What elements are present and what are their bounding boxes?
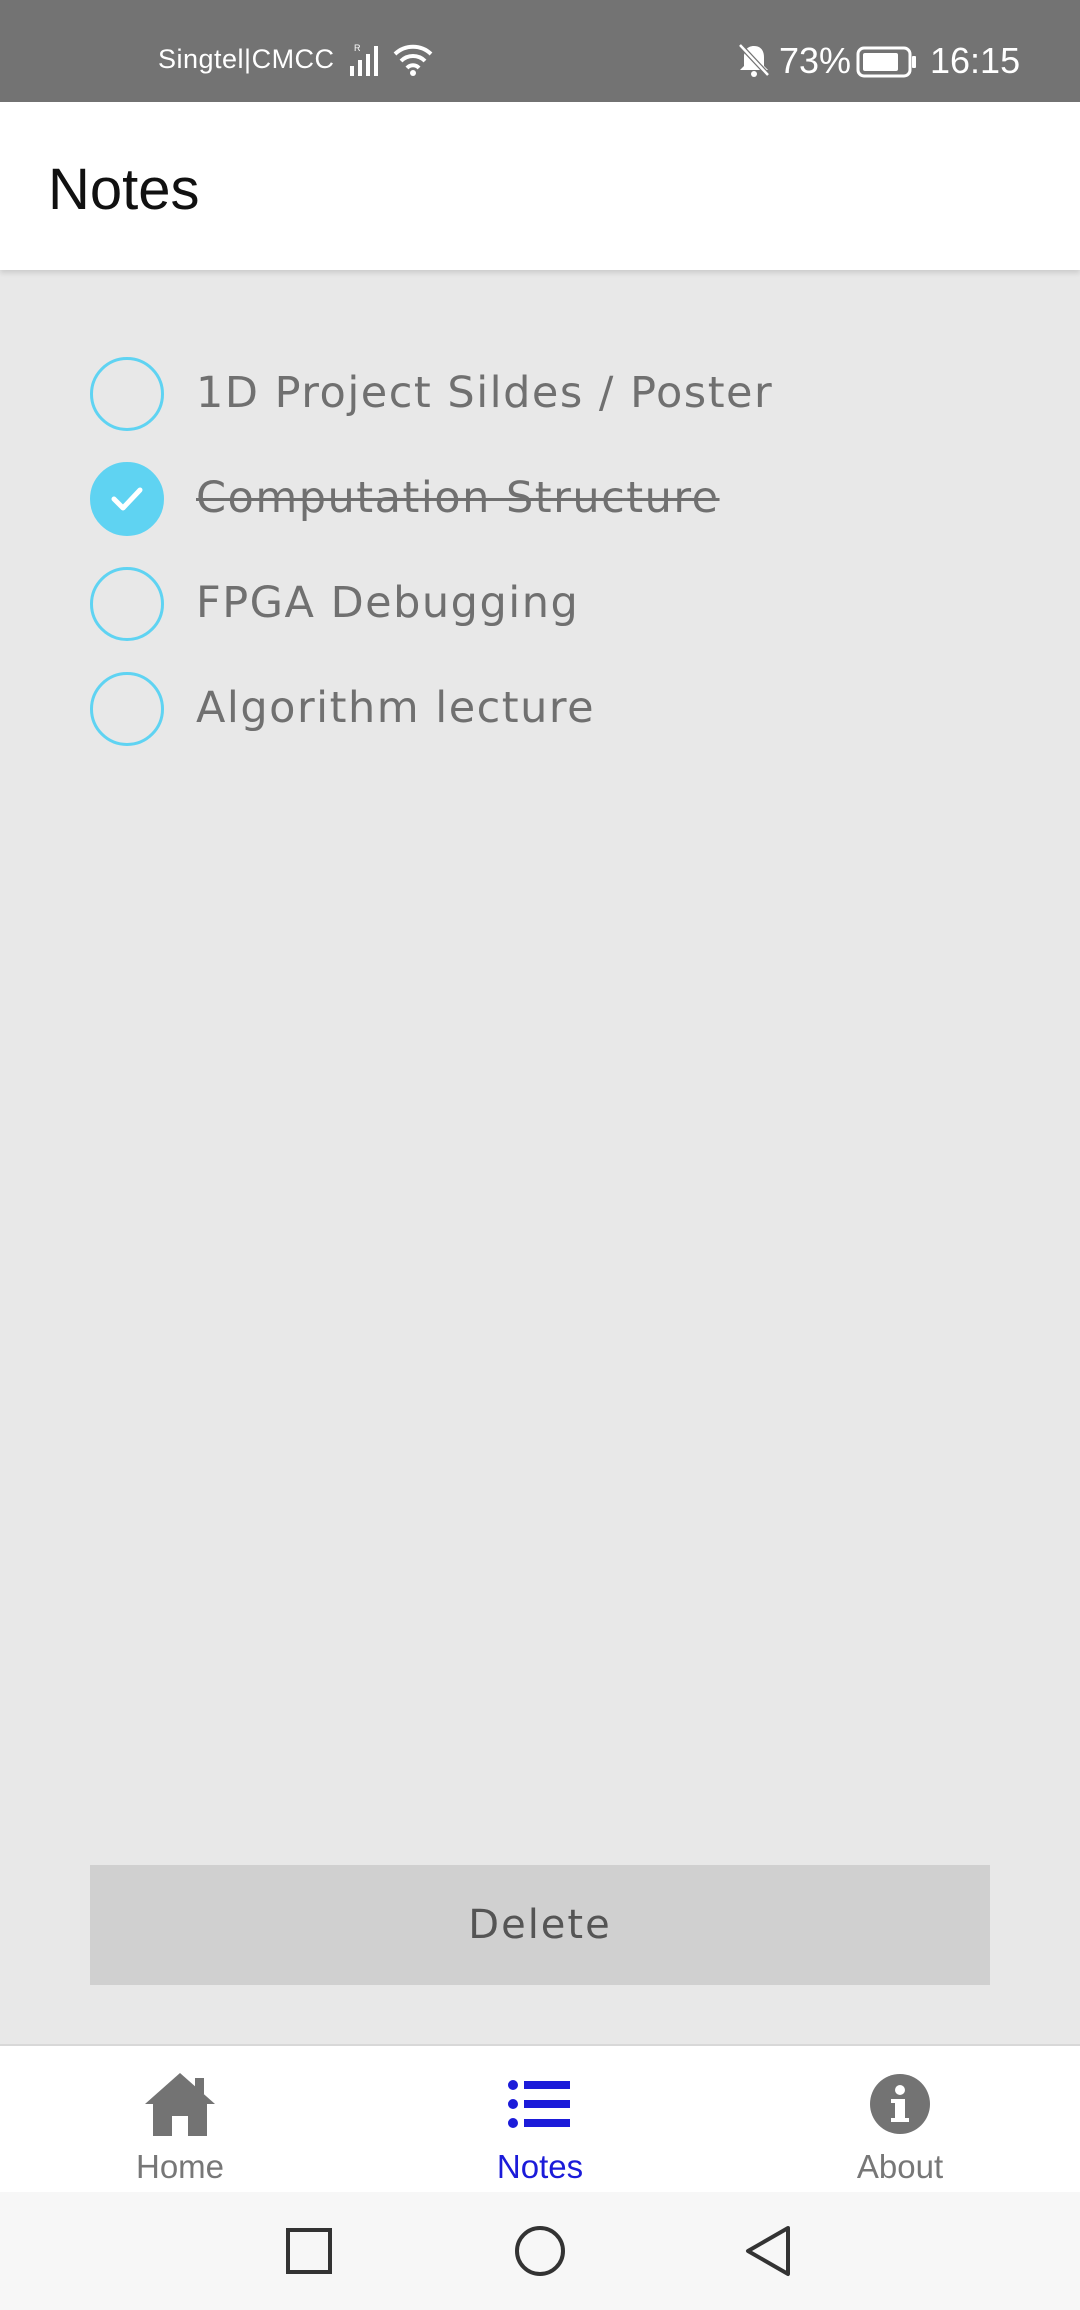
page-title: Notes bbox=[48, 157, 200, 222]
system-nav-bar bbox=[0, 2192, 1080, 2310]
nav-label-about: About bbox=[856, 2148, 944, 2185]
battery-percent: 73% bbox=[779, 40, 852, 81]
task-item[interactable]: 1D Project Sildes / Poster bbox=[0, 340, 1080, 445]
task-list: 1D Project Sildes / Poster Computation S… bbox=[0, 340, 1080, 760]
nav-item-home[interactable]: Home bbox=[0, 2046, 360, 2192]
nav-label-notes: Notes bbox=[496, 2148, 584, 2185]
svg-text:R: R bbox=[354, 43, 361, 53]
app-bar: Notes bbox=[0, 102, 1080, 270]
wifi-icon bbox=[392, 42, 434, 80]
bottom-nav: Home Notes About bbox=[0, 2044, 1080, 2192]
task-label: Algorithm lecture bbox=[196, 683, 596, 733]
screen: Singtel|CMCC R 73% 16:15 Notes 1D Projec… bbox=[0, 0, 1080, 2310]
home-icon bbox=[0, 2064, 360, 2144]
nav-item-notes[interactable]: Notes bbox=[360, 2046, 720, 2192]
nav-label-home: Home bbox=[135, 2148, 225, 2185]
check-icon bbox=[111, 487, 143, 511]
battery-icon bbox=[856, 46, 918, 82]
task-checkbox[interactable] bbox=[90, 567, 164, 641]
task-label: Computation Structure bbox=[196, 473, 720, 523]
task-item[interactable]: FPGA Debugging bbox=[0, 550, 1080, 655]
delete-button[interactable]: Delete bbox=[90, 1865, 990, 1985]
bell-muted-icon bbox=[737, 42, 771, 82]
carrier-label: Singtel|CMCC bbox=[158, 44, 335, 74]
back-icon[interactable] bbox=[742, 2224, 794, 2282]
task-label: 1D Project Sildes / Poster bbox=[196, 368, 774, 418]
task-checkbox[interactable] bbox=[90, 672, 164, 746]
home-circle-icon[interactable] bbox=[512, 2224, 568, 2282]
signal-icon: R bbox=[348, 42, 384, 80]
clock: 16:15 bbox=[930, 40, 1021, 81]
nav-item-about[interactable]: About bbox=[720, 2046, 1080, 2192]
task-label: FPGA Debugging bbox=[196, 578, 580, 628]
task-checkbox[interactable] bbox=[90, 357, 164, 431]
list-icon bbox=[360, 2064, 720, 2144]
task-checkbox-checked[interactable] bbox=[90, 462, 164, 536]
task-item[interactable]: Algorithm lecture bbox=[0, 655, 1080, 760]
recent-apps-icon[interactable] bbox=[284, 2224, 334, 2282]
status-bar: Singtel|CMCC R 73% 16:15 bbox=[0, 0, 1080, 102]
task-item[interactable]: Computation Structure bbox=[0, 445, 1080, 550]
info-icon bbox=[720, 2064, 1080, 2144]
